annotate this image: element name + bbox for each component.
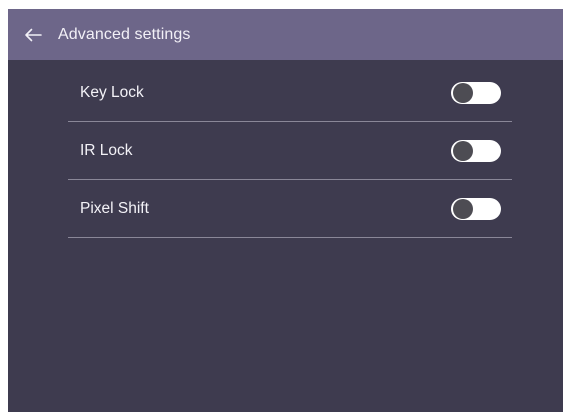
back-arrow-icon[interactable] <box>22 24 44 46</box>
header-bar: Advanced settings <box>8 9 563 60</box>
settings-window: Advanced settings Key Lock IR Lock Pixel… <box>8 9 563 412</box>
setting-row-ir-lock: IR Lock <box>68 122 512 180</box>
setting-label-key-lock: Key Lock <box>80 83 144 101</box>
pixel-shift-toggle[interactable] <box>451 198 501 220</box>
settings-list: Key Lock IR Lock Pixel Shift <box>68 64 512 238</box>
toggle-knob <box>453 141 473 161</box>
setting-row-key-lock: Key Lock <box>68 64 512 122</box>
toggle-knob <box>453 199 473 219</box>
setting-label-ir-lock: IR Lock <box>80 141 133 159</box>
page-title: Advanced settings <box>58 25 191 43</box>
setting-label-pixel-shift: Pixel Shift <box>80 199 149 217</box>
setting-row-pixel-shift: Pixel Shift <box>68 180 512 238</box>
key-lock-toggle[interactable] <box>451 82 501 104</box>
ir-lock-toggle[interactable] <box>451 140 501 162</box>
toggle-knob <box>453 83 473 103</box>
